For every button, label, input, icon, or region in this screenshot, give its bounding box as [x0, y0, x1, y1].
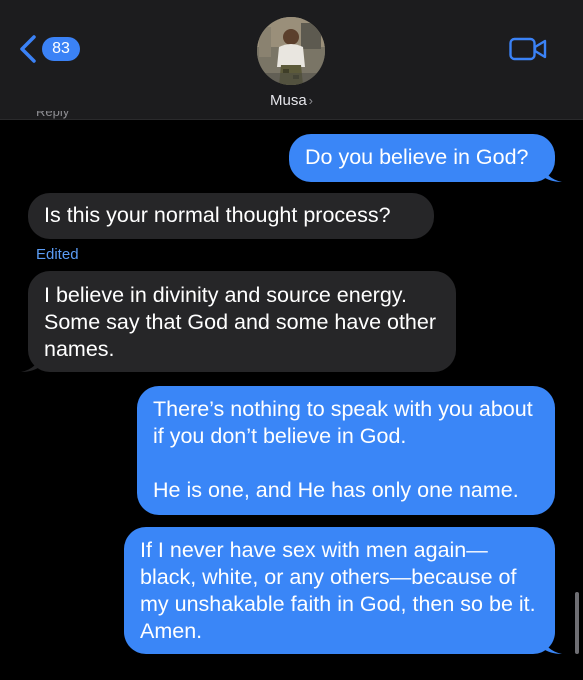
bubble-tail: [21, 352, 41, 372]
edited-label[interactable]: Edited: [36, 246, 79, 263]
unread-count-badge: 83: [42, 37, 80, 61]
bubble-tail: [542, 634, 562, 654]
message-paragraph: There’s nothing to speak with you about …: [153, 397, 533, 448]
message-text: Do you believe in God?: [305, 145, 529, 169]
contact-avatar[interactable]: [257, 17, 325, 85]
bubble-tail: [542, 162, 562, 182]
avatar-photo: [257, 17, 325, 85]
message-text: I believe in divinity and source energy.…: [44, 283, 437, 361]
reply-label-clipped: Reply: [36, 111, 70, 119]
video-camera-icon[interactable]: [509, 37, 547, 61]
chevron-right-icon: ›: [308, 93, 314, 108]
chevron-left-icon: [20, 35, 36, 63]
sent-message-bubble[interactable]: There’s nothing to speak with you about …: [137, 386, 555, 515]
sent-message-bubble[interactable]: Do you believe in God?: [289, 134, 562, 182]
contact-name: Musa: [269, 92, 307, 109]
received-message-bubble[interactable]: Is this your normal thought process?: [28, 193, 434, 239]
contact-name-button[interactable]: Musa ›: [0, 92, 583, 109]
message-text: If I never have sex with men again—black…: [140, 538, 536, 643]
message-text: Is this your normal thought process?: [44, 203, 391, 227]
message-paragraph: He is one, and He has only one name.: [153, 478, 519, 502]
conversation-header: 83 Musa ›: [0, 0, 583, 120]
received-message-bubble[interactable]: I believe in divinity and source energy.…: [21, 271, 456, 372]
sent-message-bubble[interactable]: If I never have sex with men again—black…: [124, 527, 562, 654]
back-button[interactable]: 83: [18, 33, 80, 65]
scrollbar[interactable]: [575, 592, 579, 654]
